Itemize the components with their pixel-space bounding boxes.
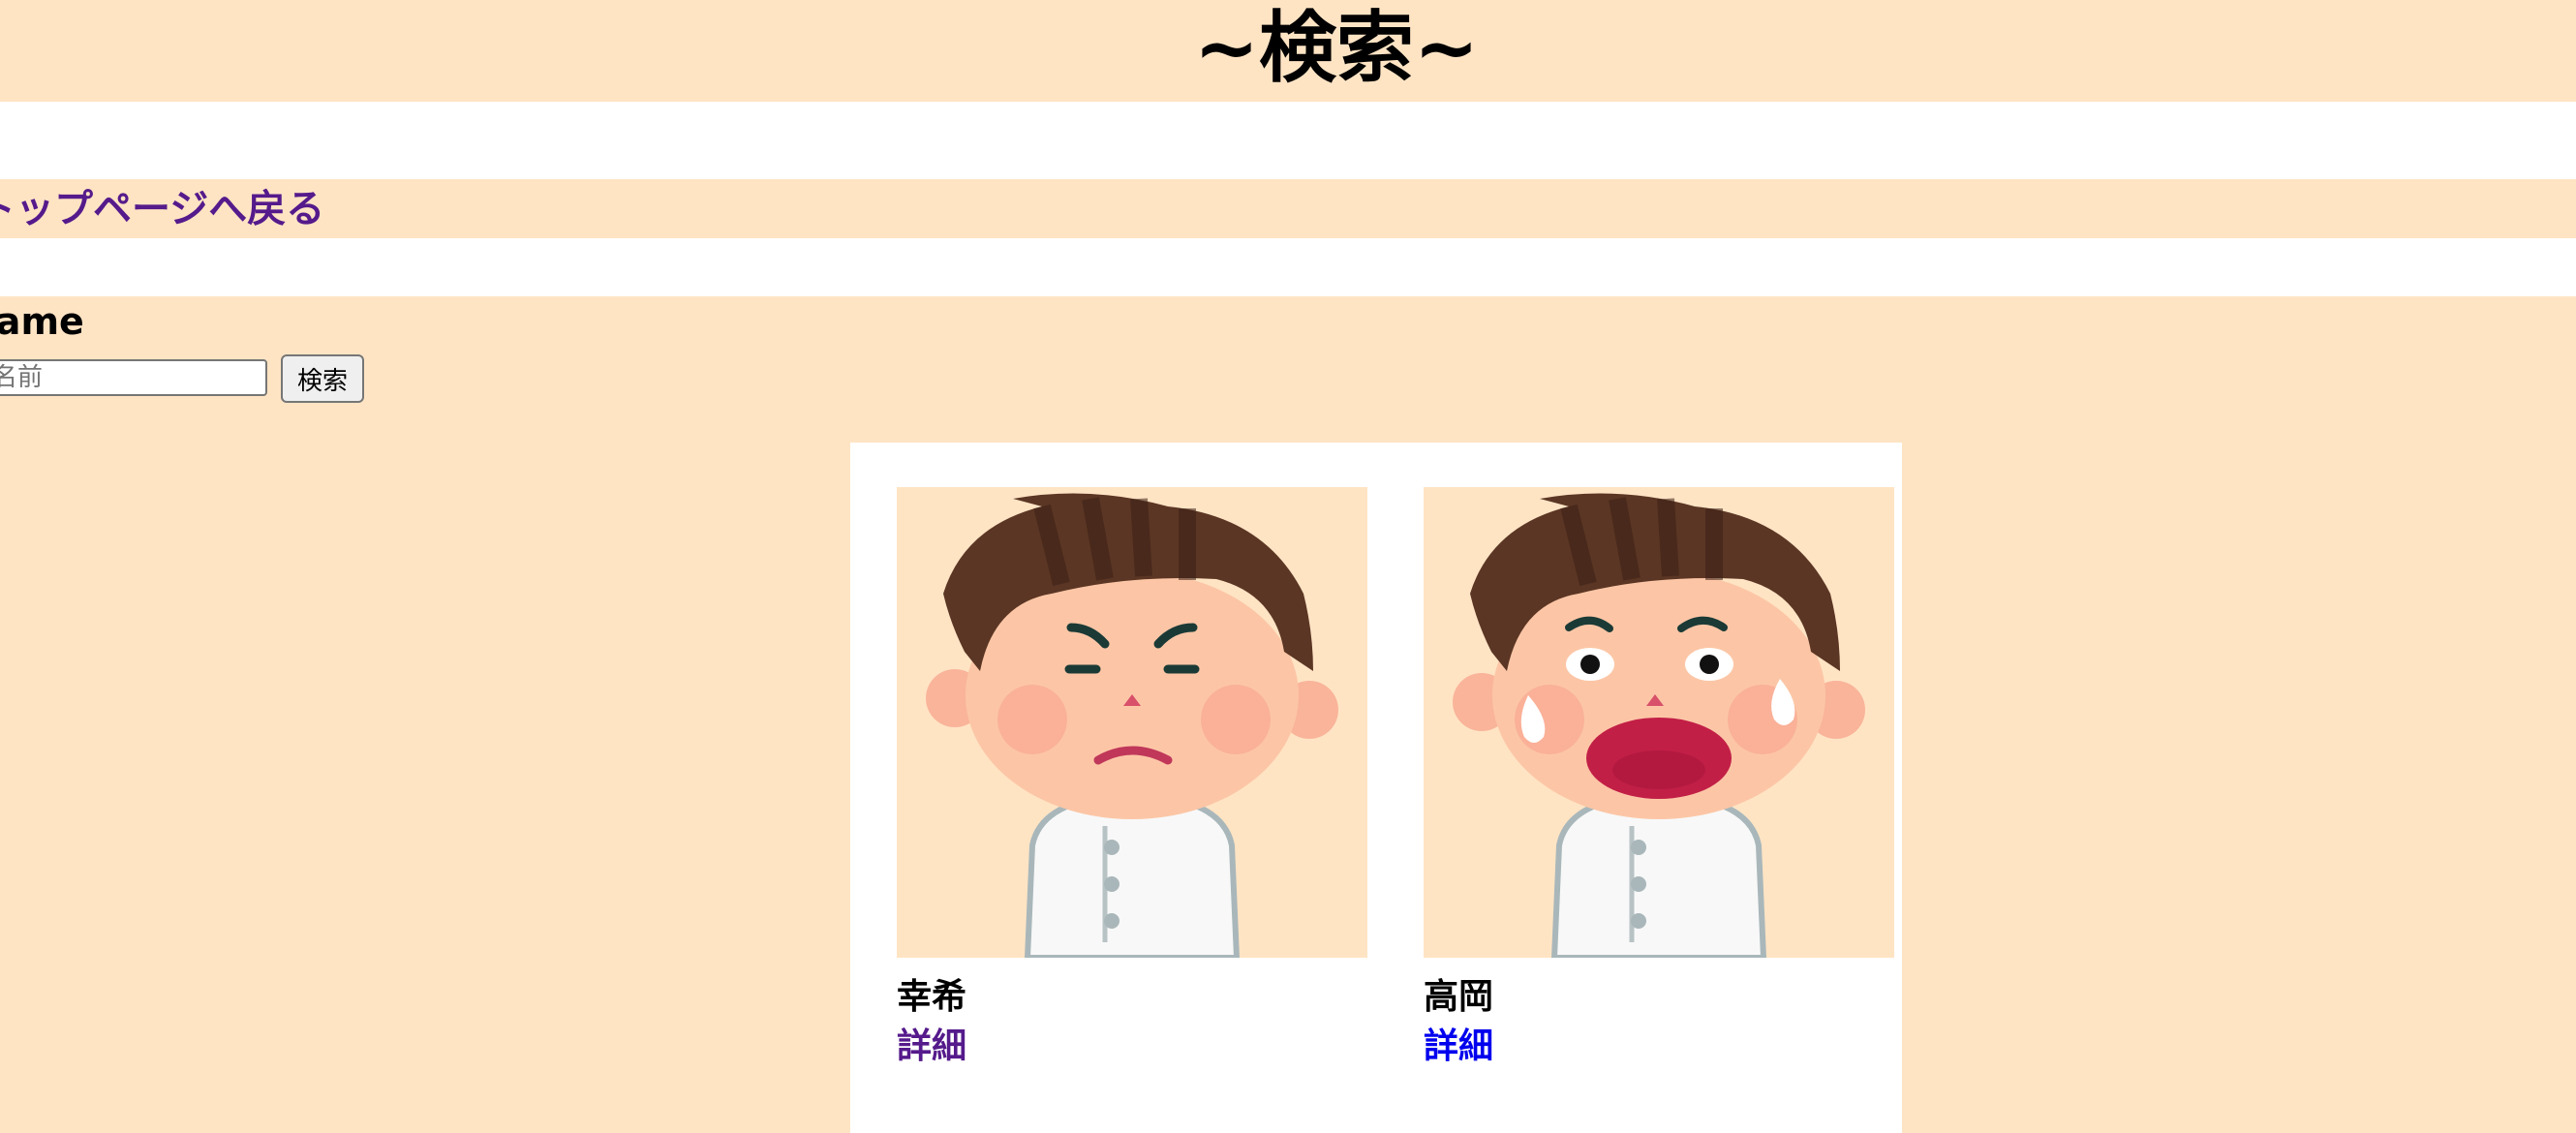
results-panel: 幸希 詳細 高岡 詳細 bbox=[850, 443, 1902, 1133]
result-name: 幸希 bbox=[897, 977, 967, 1017]
avatar-shocked-boy-image bbox=[1424, 487, 1894, 958]
result-detail-link[interactable]: 詳細 bbox=[1424, 1022, 1894, 1072]
result-name: 高岡 bbox=[1424, 977, 1494, 1017]
search-button[interactable]: 検索 bbox=[281, 354, 364, 403]
result-detail-link[interactable]: 詳細 bbox=[897, 1022, 1367, 1072]
page-title: ~検索~ bbox=[1193, 3, 1480, 93]
name-search-input[interactable] bbox=[0, 359, 267, 396]
avatar-angry-boy-image bbox=[897, 487, 1367, 958]
back-to-top-link[interactable]: トップページへ戻る bbox=[0, 181, 324, 237]
nav-band bbox=[0, 179, 2576, 238]
result-card: 高岡 詳細 bbox=[1424, 487, 1894, 1072]
spacer-band bbox=[0, 238, 2576, 296]
result-card: 幸希 詳細 bbox=[897, 487, 1367, 1072]
spacer-band bbox=[0, 102, 2576, 179]
name-field-label: Name bbox=[0, 300, 84, 343]
